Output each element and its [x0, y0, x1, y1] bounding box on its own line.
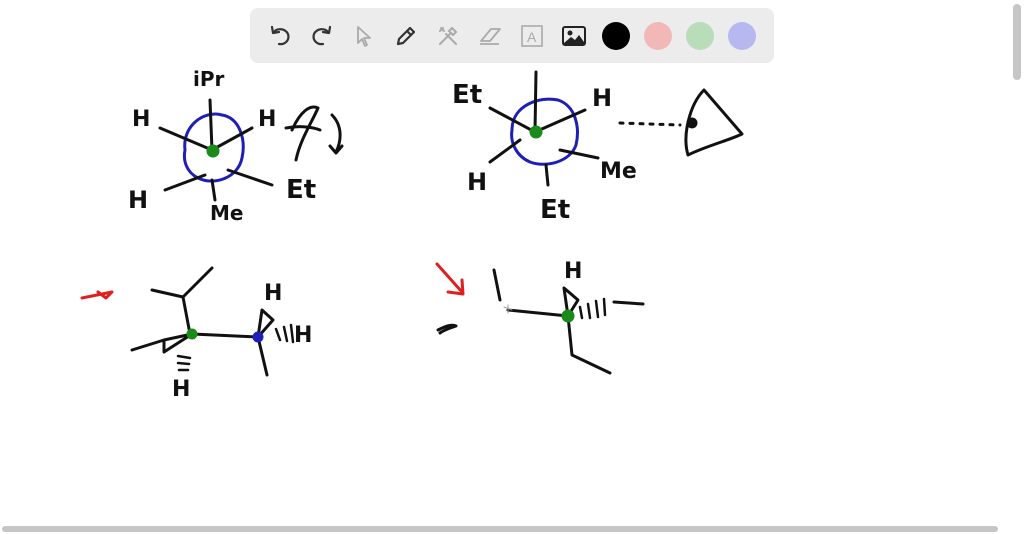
pointer-icon — [357, 25, 371, 47]
pen-tool-button[interactable] — [388, 18, 424, 54]
label-n1-h-right: H — [258, 107, 276, 132]
label-n2-right: H — [592, 84, 612, 112]
color-swatch-red[interactable] — [644, 21, 672, 50]
undo-icon — [270, 25, 290, 45]
tools-button[interactable] — [430, 18, 466, 54]
color-swatch-black[interactable] — [602, 21, 630, 50]
label-n2-me: Me — [600, 159, 637, 184]
label-n2-left: Et — [452, 80, 482, 110]
label-n1-h-bottom-left: H — [128, 186, 148, 214]
label-n1-bottom: Me — [210, 201, 243, 225]
select-tool-button[interactable] — [346, 18, 382, 54]
label-n1-h-left: H — [132, 107, 150, 132]
image-tool-button[interactable] — [556, 18, 592, 54]
label-n1-right: Et — [286, 175, 316, 205]
drawing-toolbar: A — [250, 8, 774, 63]
zigzag-structure-2 — [436, 268, 645, 375]
text-tool-button[interactable]: A — [514, 18, 550, 54]
label-n2-h-bottom: H — [467, 168, 487, 196]
eraser-icon — [480, 27, 501, 45]
drawing-canvas[interactable]: iPr H H H Me Et Et H H Me Et H H H H — [0, 0, 1010, 528]
tools-icon — [439, 26, 458, 45]
label-n2-bottom: Et — [540, 195, 570, 225]
redo-button[interactable] — [304, 18, 340, 54]
text-icon: A — [521, 24, 543, 47]
horizontal-scrollbar[interactable] — [0, 526, 1010, 532]
eraser-tool-button[interactable] — [472, 18, 508, 54]
color-swatch-green[interactable] — [686, 21, 714, 50]
vertical-scrollbar[interactable] — [1013, 0, 1021, 90]
svg-text:A: A — [527, 29, 537, 45]
label-z1-h-top: H — [264, 281, 282, 306]
label-z1-h-right: H — [294, 323, 312, 348]
label-z2-h-top: H — [564, 259, 582, 284]
pen-icon — [396, 26, 416, 45]
color-swatch-blue[interactable] — [728, 21, 756, 50]
horizontal-scroll-thumb[interactable] — [2, 526, 998, 532]
image-icon — [562, 25, 586, 46]
undo-button[interactable] — [262, 18, 298, 54]
label-z1-h-bottom: H — [172, 377, 190, 402]
redo-icon — [312, 25, 332, 45]
vertical-scroll-thumb[interactable] — [1013, 4, 1021, 80]
label-n1-top: iPr — [193, 67, 225, 91]
